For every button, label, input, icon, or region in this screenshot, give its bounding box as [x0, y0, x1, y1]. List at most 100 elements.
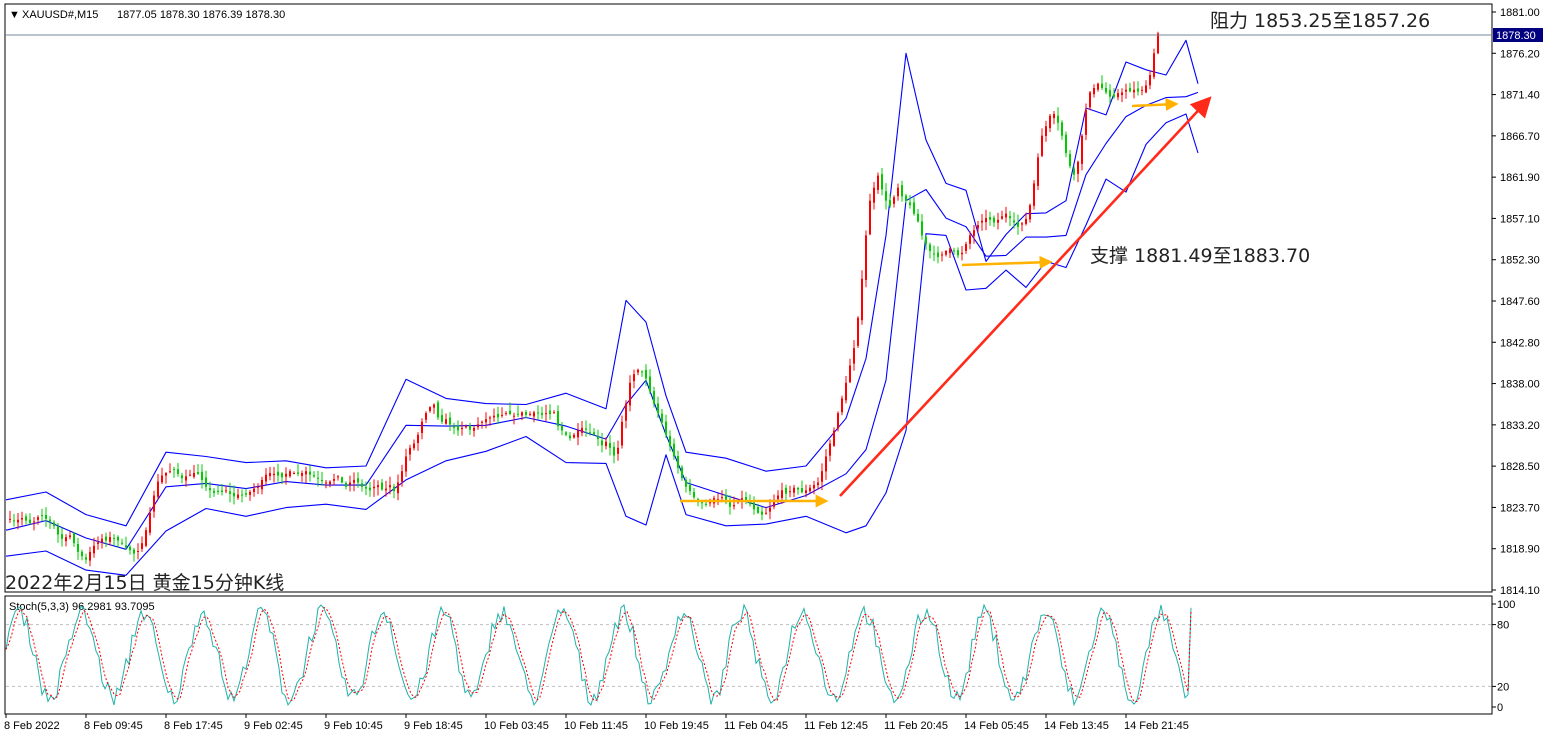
candle-body	[1133, 89, 1135, 93]
candle-body	[889, 200, 891, 206]
candle-body	[1149, 75, 1151, 86]
candle-body	[861, 278, 863, 321]
candle-body	[393, 486, 395, 492]
candle-body	[1077, 161, 1079, 174]
candle-body	[801, 488, 803, 493]
candle-body	[829, 443, 831, 456]
candle-body	[1041, 135, 1043, 156]
candle-body	[789, 491, 791, 493]
time-tick-label: 8 Feb 2022	[4, 720, 60, 732]
candle-body	[817, 482, 819, 486]
candle-body	[941, 254, 943, 256]
candle-body	[57, 526, 59, 535]
candle-body	[877, 175, 879, 190]
candle-body	[193, 473, 195, 477]
candle-body	[1053, 114, 1055, 119]
candle-body	[821, 471, 823, 482]
candle-body	[649, 376, 651, 392]
candle-body	[805, 490, 807, 493]
candle-body	[1049, 115, 1051, 129]
candle-body	[989, 217, 991, 220]
price-tick-label: 1838.00	[1500, 379, 1540, 391]
candle-body	[677, 456, 679, 468]
candle-body	[365, 486, 367, 489]
candle-body	[845, 382, 847, 401]
candle-body	[41, 515, 43, 516]
candle-body	[185, 476, 187, 481]
candle-body	[213, 490, 215, 493]
candle-body	[233, 493, 235, 497]
candle-body	[529, 414, 531, 415]
candle-body	[133, 549, 135, 554]
candle-body	[885, 191, 887, 201]
candle-body	[497, 413, 499, 418]
candle-body	[585, 428, 587, 430]
candle-body	[593, 432, 595, 435]
candle-body	[93, 545, 95, 554]
price-tick-label: 1833.20	[1500, 420, 1540, 432]
resistance-label: 阻力 1853.25至1857.26	[1210, 10, 1430, 32]
candle-body	[1025, 218, 1027, 224]
candle-body	[765, 512, 767, 514]
main-chart-frame	[4, 3, 1493, 593]
candle-body	[149, 512, 151, 533]
candle-body	[493, 415, 495, 418]
candle-body	[917, 213, 919, 222]
candle-body	[521, 412, 523, 416]
candle-body	[341, 477, 343, 483]
price-tick-label: 1818.90	[1500, 544, 1540, 556]
candle-body	[317, 477, 319, 479]
candle-body	[761, 511, 763, 515]
symbol-dropdown-icon[interactable]: ▼	[9, 9, 20, 21]
candle-body	[1137, 88, 1139, 92]
candle-body	[569, 435, 571, 439]
candle-body	[249, 492, 251, 495]
candle-body	[433, 404, 435, 408]
candle-body	[357, 478, 359, 483]
candle-body	[221, 490, 223, 492]
time-tick-label: 10 Feb 03:45	[484, 720, 549, 732]
candle-body	[1073, 168, 1075, 175]
time-tick-label: 11 Feb 12:45	[804, 720, 868, 732]
candle-body	[769, 507, 771, 512]
candle-body	[1069, 154, 1071, 166]
candle-body	[1057, 115, 1059, 123]
candle-body	[957, 250, 959, 256]
stoch-tick-label: 0	[1497, 702, 1503, 714]
candle-body	[897, 187, 899, 197]
candle-body	[973, 230, 975, 236]
candle-body	[105, 536, 107, 541]
candle-body	[853, 348, 855, 364]
candle-body	[825, 456, 827, 472]
stoch-frame	[4, 595, 1493, 715]
candle-body	[701, 502, 703, 504]
candle-body	[209, 488, 211, 491]
candle-body	[297, 472, 299, 474]
candle-body	[549, 410, 551, 414]
candle-body	[865, 235, 867, 280]
candle-body	[901, 185, 903, 197]
candle-body	[289, 471, 291, 477]
price-tick-label: 1861.90	[1500, 172, 1540, 184]
candle-body	[949, 248, 951, 254]
candle-body	[1141, 89, 1143, 91]
candle-body	[513, 415, 515, 417]
candle-body	[1005, 213, 1007, 218]
candle-body	[781, 490, 783, 498]
time-tick-label: 14 Feb 13:45	[1044, 720, 1109, 732]
time-tick-label: 9 Feb 02:45	[244, 720, 303, 732]
candle-body	[1013, 220, 1015, 223]
candle-body	[997, 219, 999, 223]
candle-body	[229, 491, 231, 494]
candle-body	[757, 507, 759, 513]
candle-body	[1009, 216, 1011, 219]
candle-body	[629, 382, 631, 406]
candle-body	[157, 481, 159, 497]
candle-body	[361, 483, 363, 487]
candle-body	[21, 518, 23, 520]
candle-body	[29, 519, 31, 524]
candle-body	[389, 485, 391, 488]
candle-body	[1093, 88, 1095, 95]
candle-body	[397, 482, 399, 494]
candle-body	[293, 473, 295, 474]
